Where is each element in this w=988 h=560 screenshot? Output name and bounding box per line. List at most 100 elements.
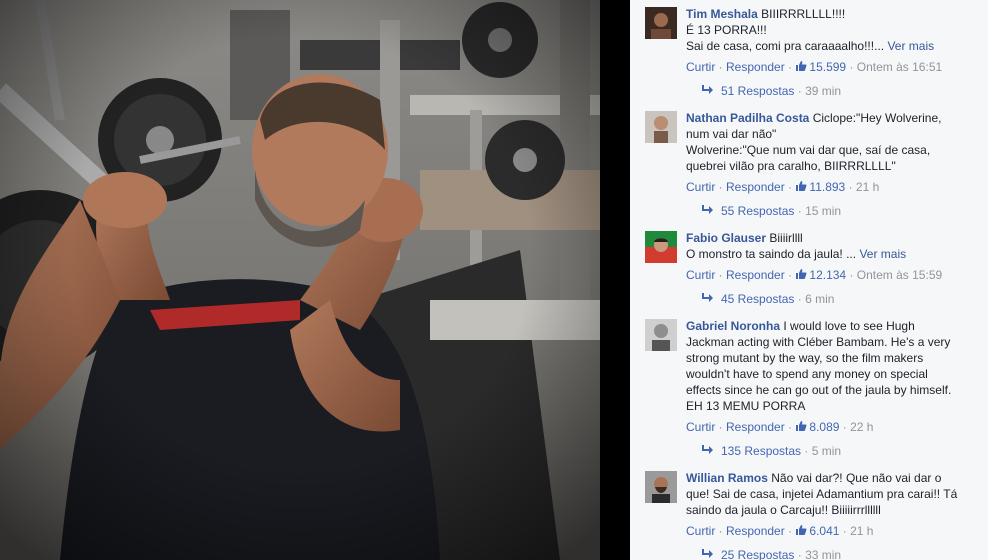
replies-link[interactable]: 55 Respostas bbox=[721, 204, 794, 218]
separator: · bbox=[845, 180, 856, 194]
avatar-image bbox=[645, 231, 677, 263]
thumbs-up-icon bbox=[796, 269, 807, 279]
like-count[interactable]: 11.893 bbox=[809, 180, 845, 194]
comment-line: wouldn't have to spend any money on spec… bbox=[686, 367, 928, 381]
avatar[interactable] bbox=[645, 111, 677, 143]
comment-actions: Curtir · Responder · 15.599 · Ontem às 1… bbox=[686, 59, 942, 75]
comment-author[interactable]: Nathan Padilha Costa bbox=[686, 111, 809, 125]
separator: · bbox=[784, 420, 796, 434]
reply-arrow-icon bbox=[702, 293, 713, 302]
comment-text: Willian Ramos Não vai dar?! Que não vai … bbox=[686, 470, 986, 518]
avatar-image bbox=[645, 111, 677, 143]
comment-time[interactable]: 22 h bbox=[850, 420, 873, 434]
separator: · bbox=[801, 444, 812, 458]
reply-link[interactable]: Responder bbox=[726, 268, 785, 282]
replies-row[interactable]: 55 Respostas · 15 min bbox=[701, 203, 841, 219]
like-count[interactable]: 6.041 bbox=[809, 524, 839, 538]
avatar[interactable] bbox=[645, 471, 677, 503]
comment-line: Ciclope:"Hey Wolverine, bbox=[812, 111, 942, 125]
like-count[interactable]: 8.089 bbox=[809, 420, 839, 434]
avatar-image bbox=[645, 471, 677, 503]
replies-time: 39 min bbox=[805, 84, 842, 98]
comment-line: É 13 PORRA!!! bbox=[686, 23, 767, 37]
comment-author[interactable]: Willian Ramos bbox=[686, 471, 768, 485]
comment-time[interactable]: 21 h bbox=[856, 180, 879, 194]
post-photo[interactable] bbox=[0, 0, 600, 560]
replies-time: 33 min bbox=[805, 548, 842, 560]
comment-actions: Curtir · Responder · 8.089 · 22 h bbox=[686, 419, 873, 435]
comment-line: Não vai dar?! Que não vai dar o bbox=[771, 471, 942, 485]
replies-row[interactable]: 51 Respostas · 39 min bbox=[701, 83, 841, 99]
comment-actions: Curtir · Responder · 12.134 · Ontem às 1… bbox=[686, 267, 942, 283]
like-link[interactable]: Curtir bbox=[686, 60, 715, 74]
comment-time[interactable]: Ontem às 15:59 bbox=[857, 268, 942, 282]
like-count[interactable]: 12.134 bbox=[809, 268, 846, 282]
separator: · bbox=[794, 548, 806, 560]
avatar[interactable] bbox=[645, 231, 677, 263]
reply-arrow-icon bbox=[702, 445, 713, 454]
separator: · bbox=[715, 268, 727, 282]
avatar[interactable] bbox=[645, 7, 677, 39]
replies-link[interactable]: 25 Respostas bbox=[721, 548, 794, 560]
comment-line: num vai dar não" bbox=[686, 127, 777, 141]
avatar[interactable] bbox=[645, 319, 677, 351]
replies-link[interactable]: 51 Respostas bbox=[721, 84, 794, 98]
comment-line: Wolverine:"Que num vai dar que, saí de c… bbox=[686, 143, 931, 157]
comment-author[interactable]: Gabriel Noronha bbox=[686, 319, 780, 333]
comment-line: BIIIRRRLLLL!!!! bbox=[761, 7, 846, 21]
like-link[interactable]: Curtir bbox=[686, 420, 715, 434]
like-link[interactable]: Curtir bbox=[686, 524, 715, 538]
see-more-link[interactable]: Ver mais bbox=[859, 247, 906, 261]
comment-line: Jackman acting with Cléber Bambam. He's … bbox=[686, 335, 951, 349]
thumbs-up-icon bbox=[796, 61, 807, 71]
replies-link[interactable]: 135 Respostas bbox=[721, 444, 801, 458]
avatar-image bbox=[645, 319, 677, 351]
replies-row[interactable]: 135 Respostas · 5 min bbox=[701, 443, 841, 459]
replies-time: 6 min bbox=[805, 292, 835, 306]
replies-time: 5 min bbox=[811, 444, 842, 458]
replies-row[interactable]: 45 Respostas · 6 min bbox=[701, 291, 834, 307]
reply-arrow-icon bbox=[702, 205, 713, 214]
comment-line: Sai de casa, comi pra caraaaalho!!!... bbox=[686, 39, 885, 53]
see-more-link[interactable]: Ver mais bbox=[887, 39, 934, 53]
comment-line: que! Sai de casa, injetei Adamantium pra… bbox=[686, 487, 958, 501]
comments-panel: Tim Meshala BIIIRRRLLLL!!!! É 13 PORRA!!… bbox=[630, 0, 988, 560]
avatar-image bbox=[645, 7, 677, 39]
reply-arrow-icon bbox=[702, 85, 713, 94]
replies-row[interactable]: 25 Respostas · 33 min bbox=[701, 547, 841, 560]
comment-author[interactable]: Tim Meshala bbox=[686, 7, 758, 21]
like-count[interactable]: 15.599 bbox=[809, 60, 846, 74]
separator: · bbox=[715, 524, 727, 538]
separator: · bbox=[794, 84, 806, 98]
comment-actions: Curtir · Responder · 11.893 · 21 h bbox=[686, 179, 879, 195]
separator: · bbox=[846, 60, 857, 74]
like-link[interactable]: Curtir bbox=[686, 268, 715, 282]
comment-time[interactable]: 21 h bbox=[850, 524, 873, 538]
comment-actions: Curtir · Responder · 6.041 · 21 h bbox=[686, 523, 873, 539]
reply-link[interactable]: Responder bbox=[726, 420, 785, 434]
comment-line: EH 13 MEMU PORRA bbox=[686, 399, 806, 413]
replies-time: 15 min bbox=[805, 204, 842, 218]
comment-time[interactable]: Ontem às 16:51 bbox=[857, 60, 942, 74]
comment-line: I would love to see Hugh bbox=[783, 319, 915, 333]
like-link[interactable]: Curtir bbox=[686, 180, 715, 194]
comment-line: quebrei vilão pra caralho, BIIRRRLLLL" bbox=[686, 159, 896, 173]
comment-author[interactable]: Fabio Glauser bbox=[686, 231, 766, 245]
reply-link[interactable]: Responder bbox=[726, 60, 785, 74]
separator: · bbox=[715, 180, 727, 194]
comment-line: effects since he can go out of the jaula… bbox=[686, 383, 952, 397]
comment-line: saindo da jaula o Carcaju!! Biiiiirrrlll… bbox=[686, 503, 881, 517]
comment-line: O monstro ta saindo da jaula! ... bbox=[686, 247, 857, 261]
thumbs-up-icon bbox=[796, 525, 807, 535]
comment-text: Nathan Padilha Costa Ciclope:"Hey Wolver… bbox=[686, 110, 986, 174]
comment-text: Gabriel Noronha I would love to see Hugh… bbox=[686, 318, 986, 414]
separator: · bbox=[839, 524, 851, 538]
gym-photo-image bbox=[0, 0, 600, 560]
replies-link[interactable]: 45 Respostas bbox=[721, 292, 794, 306]
separator: · bbox=[846, 268, 857, 282]
comment-text: Fabio Glauser Biiiirllll O monstro ta sa… bbox=[686, 230, 986, 262]
reply-link[interactable]: Responder bbox=[726, 180, 785, 194]
separator: · bbox=[794, 204, 806, 218]
comment-line: Biiiirllll bbox=[769, 231, 803, 245]
reply-link[interactable]: Responder bbox=[726, 524, 785, 538]
